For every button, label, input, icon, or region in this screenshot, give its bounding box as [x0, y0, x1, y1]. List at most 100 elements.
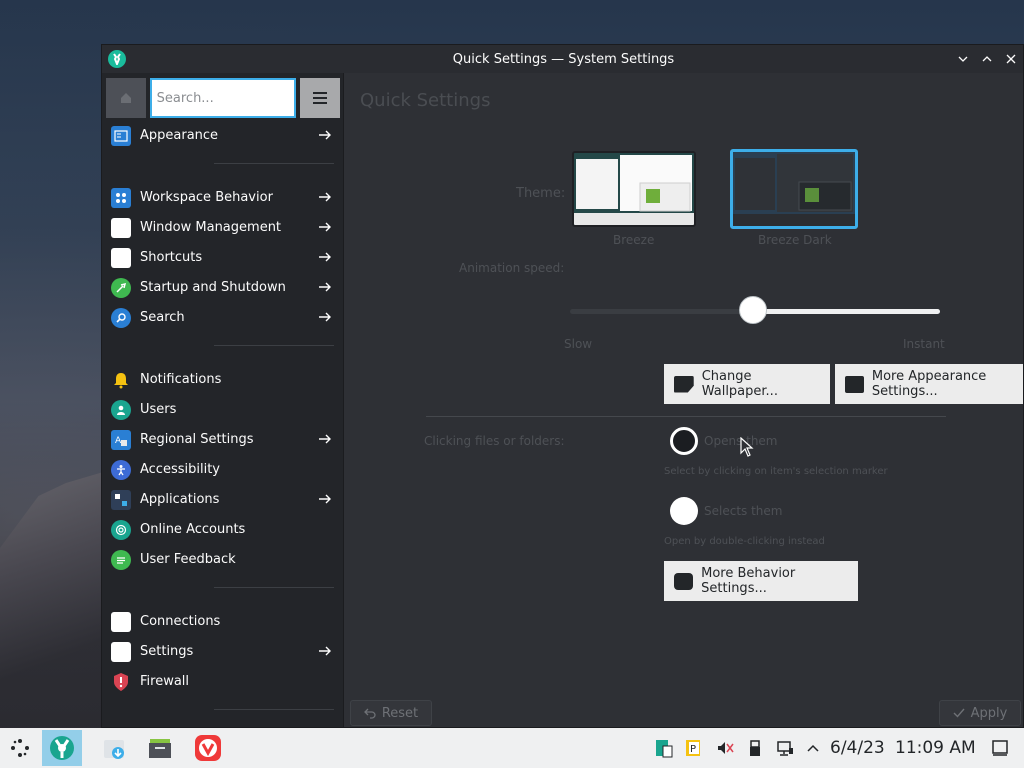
maximize-button[interactable] [977, 49, 997, 69]
tray-volume-muted-icon[interactable] [715, 738, 735, 758]
arrow-right-icon [319, 222, 331, 232]
online-accounts-icon [111, 520, 131, 540]
sidebar-item-label: Notifications [140, 372, 222, 387]
sidebar-item-label: User Feedback [140, 552, 236, 567]
settings-icon [111, 642, 131, 662]
sidebar-item-connections[interactable]: Connections [102, 607, 344, 637]
search-field[interactable] [149, 78, 297, 118]
sidebar-item-accessibility[interactable]: Accessibility [102, 455, 344, 485]
animation-speed-slider-fill [754, 309, 940, 314]
checkmark-icon [953, 708, 965, 718]
mouse-cursor-icon [740, 437, 754, 457]
theme-name-breeze-dark: Breeze Dark [758, 233, 832, 247]
animation-speed-label: Animation speed: [459, 261, 565, 275]
sidebar-item-label: Connections [140, 614, 221, 629]
home-button[interactable] [106, 78, 146, 118]
taskbar-system-settings[interactable] [42, 730, 82, 766]
tray-clipboard-icon[interactable] [654, 738, 674, 758]
workspace-behavior-icon [111, 188, 131, 208]
taskbar-discover[interactable] [94, 730, 134, 766]
tray-package-updates-icon[interactable]: P [684, 738, 704, 758]
page-title: Quick Settings [360, 90, 491, 111]
taskbar: P 6/4/23 11:09 AM [0, 728, 1024, 768]
slider-min-label: Slow [564, 337, 593, 351]
window-management-icon [111, 218, 131, 238]
sidebar-item-online-accounts[interactable]: Online Accounts [102, 515, 344, 545]
sidebar: Appearance Workspace Behavior Window Man… [102, 73, 344, 727]
application-launcher-button[interactable] [0, 730, 40, 766]
sidebar-item-settings[interactable]: Settings [102, 637, 344, 667]
theme-label: Theme: [516, 186, 566, 201]
theme-thumbnail-breeze-dark[interactable] [730, 149, 858, 229]
feedback-icon [111, 550, 131, 570]
radio-selects-them-label: Selects them [704, 504, 783, 518]
sidebar-item-startup-and-shutdown[interactable]: Startup and Shutdown [102, 273, 344, 303]
reset-button[interactable]: Reset [350, 700, 432, 726]
sidebar-item-label: Accessibility [140, 462, 220, 477]
sidebar-item-window-management[interactable]: Window Management [102, 213, 344, 243]
system-settings-icon [50, 736, 74, 760]
sidebar-separator [214, 345, 334, 346]
sidebar-item-regional-settings[interactable]: A Regional Settings [102, 425, 344, 455]
sidebar-item-shortcuts[interactable]: Shortcuts [102, 243, 344, 273]
reset-label: Reset [381, 705, 419, 721]
minimize-button[interactable] [953, 49, 973, 69]
appearance-icon [111, 126, 131, 146]
home-icon [120, 93, 131, 103]
hamburger-icon [313, 92, 328, 104]
connections-icon [111, 612, 131, 632]
sidebar-item-appearance[interactable]: Appearance [102, 121, 344, 151]
sidebar-item-label: Startup and Shutdown [140, 280, 286, 295]
sidebar-separator [214, 709, 334, 710]
arrow-right-icon [319, 252, 331, 262]
sidebar-item-users[interactable]: Users [102, 395, 344, 425]
sidebar-item-notifications[interactable]: Notifications [102, 365, 344, 395]
more-behavior-settings-button[interactable]: More Behavior Settings... [664, 561, 858, 601]
sidebar-item-workspace-behavior[interactable]: Workspace Behavior [102, 183, 344, 213]
animation-speed-slider-handle[interactable] [739, 296, 767, 324]
sidebar-item-applications[interactable]: Applications [102, 485, 344, 515]
show-desktop-icon[interactable] [990, 738, 1010, 758]
radio-opens-them[interactable] [670, 427, 698, 455]
arrow-right-icon [319, 494, 331, 504]
window-title: Quick Settings — System Settings [452, 51, 675, 67]
hamburger-menu-button[interactable] [300, 78, 341, 118]
sidebar-separator [214, 163, 334, 164]
search-input[interactable] [156, 90, 295, 106]
behavior-settings-icon [674, 572, 694, 590]
vivaldi-icon [195, 735, 221, 761]
apply-label: Apply [970, 705, 1008, 721]
radio-selects-them[interactable] [670, 497, 698, 525]
close-button[interactable] [1001, 49, 1021, 69]
clock-time[interactable]: 11:09 AM [895, 738, 976, 758]
applications-icon [111, 490, 131, 510]
discover-icon [104, 740, 124, 759]
arrow-right-icon [319, 192, 331, 202]
taskbar-file-manager[interactable] [140, 730, 180, 766]
clock-date[interactable]: 6/4/23 [830, 738, 885, 758]
more-appearance-settings-button[interactable]: More Appearance Settings... [835, 364, 1023, 404]
arrow-right-icon [319, 312, 331, 322]
sidebar-item-label: Firewall [140, 674, 190, 689]
file-manager-icon [149, 739, 171, 758]
search-icon [111, 308, 131, 328]
svg-text:P: P [690, 744, 696, 755]
change-wallpaper-button[interactable]: Change Wallpaper... [664, 364, 830, 404]
apply-button[interactable]: Apply [939, 700, 1021, 726]
bell-icon [111, 370, 131, 390]
arrow-right-icon [319, 434, 331, 444]
tray-network-icon[interactable] [775, 738, 795, 758]
sidebar-item-user-feedback[interactable]: User Feedback [102, 545, 344, 575]
theme-thumbnail-breeze[interactable] [572, 151, 696, 227]
undo-icon [363, 708, 376, 719]
tray-usb-device-icon[interactable] [745, 738, 765, 758]
title-bar[interactable]: Quick Settings — System Settings [102, 45, 1023, 73]
arrow-right-icon [319, 646, 331, 656]
system-settings-window: Quick Settings — System Settings Search.… [101, 44, 1024, 728]
system-settings-app-icon[interactable] [108, 50, 126, 68]
tray-expand-chevron-up-icon[interactable] [803, 738, 823, 758]
taskbar-vivaldi[interactable] [188, 730, 228, 766]
sidebar-item-search[interactable]: Search [102, 303, 344, 333]
sidebar-item-firewall[interactable]: Firewall [102, 667, 344, 697]
radio-opens-them-hint: Select by clicking on item's selection m… [664, 466, 888, 477]
